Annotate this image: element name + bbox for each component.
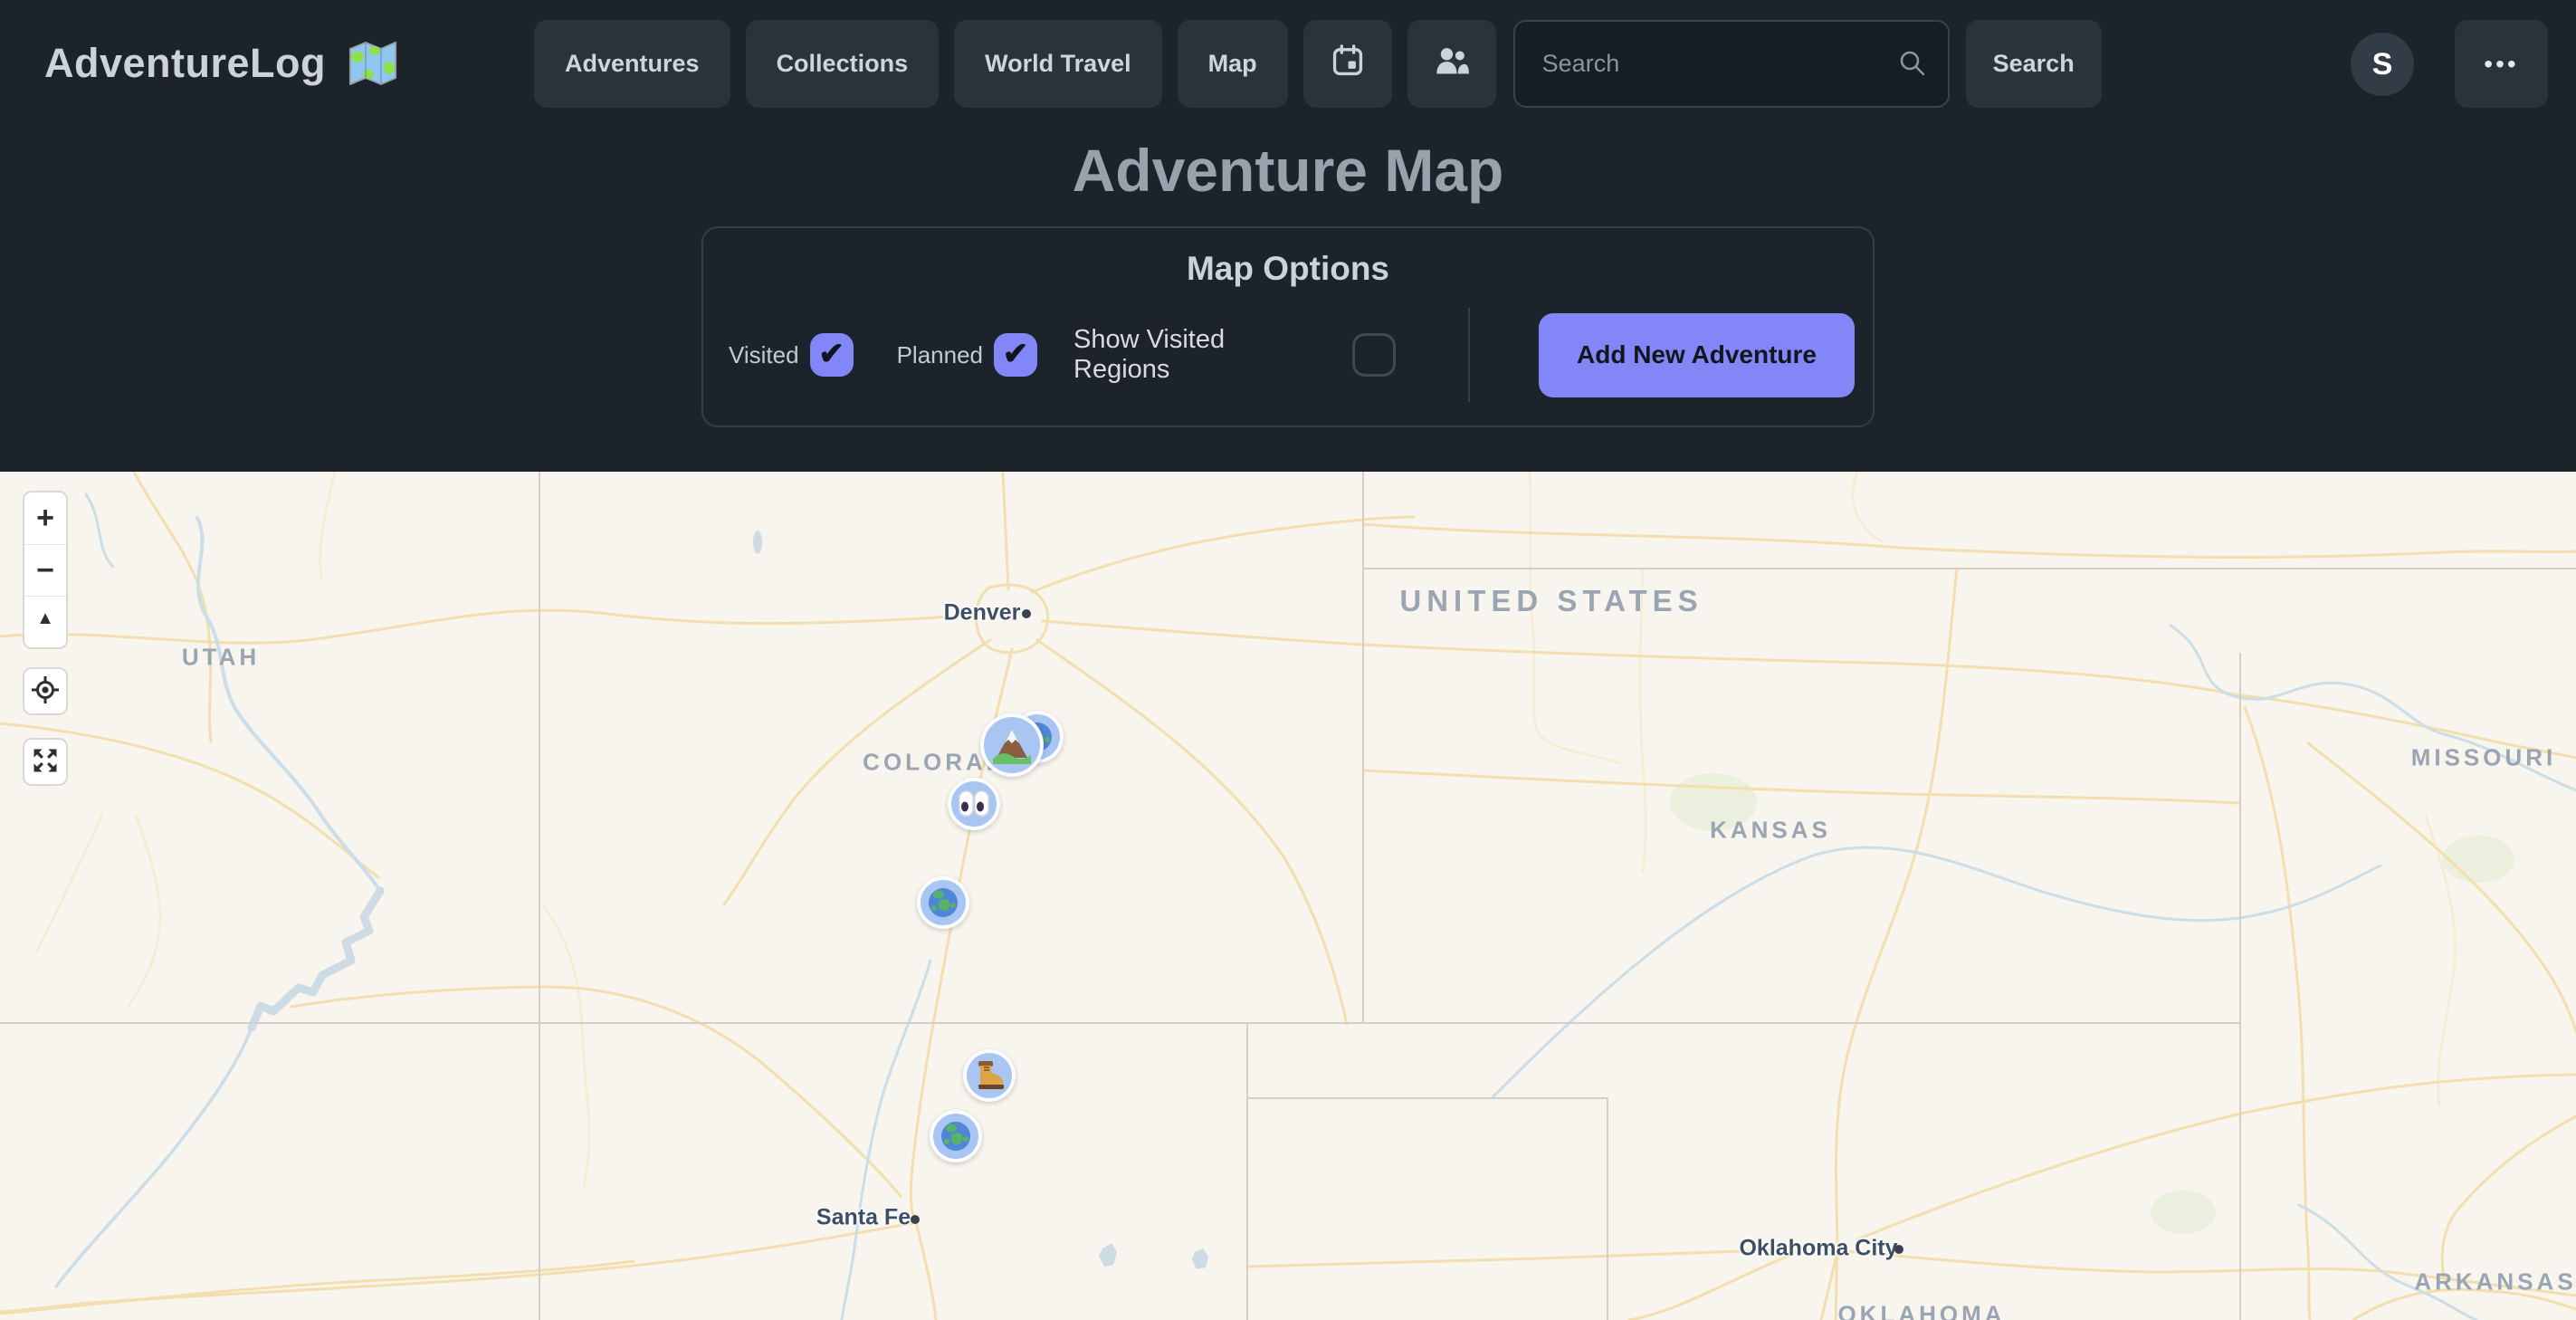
country-label-united-states: UNITED STATES: [1399, 584, 1703, 618]
search-icon: [1897, 48, 1928, 83]
world-map-emoji-icon: [348, 40, 398, 87]
map-options-row: Visited ✔ Planned ✔ Show Visited Regions…: [729, 308, 1855, 402]
divider: [1468, 308, 1470, 402]
mountain-marker[interactable]: [980, 713, 1044, 777]
state-label-oklahoma: OKLAHOMA: [1837, 1301, 2005, 1320]
navbar: AdventureLog Adventures Collections Worl…: [0, 0, 2576, 127]
state-label-arkansas: ARKANSAS: [2414, 1268, 2576, 1296]
state-label-kansas: KANSAS: [1710, 817, 1831, 845]
more-button[interactable]: •••: [2455, 20, 2548, 108]
mountain-icon: [992, 725, 1032, 765]
state-label-missouri: MISSOURI: [2411, 744, 2557, 772]
globe-icon: [940, 1121, 971, 1152]
logo[interactable]: AdventureLog: [44, 40, 398, 87]
city-dot-denver: [1022, 609, 1031, 618]
eyes-icon: [958, 789, 990, 819]
header: AdventureLog Adventures Collections Worl…: [0, 0, 2576, 472]
globe-marker[interactable]: [930, 1110, 982, 1162]
globe-marker[interactable]: [917, 876, 969, 929]
geolocate-icon: [31, 675, 60, 707]
check-icon: ✔: [818, 339, 844, 369]
map-base-layer: [0, 472, 2576, 1320]
users-icon: [1434, 43, 1470, 85]
nav-collections[interactable]: Collections: [746, 20, 940, 108]
calendar-icon: [1330, 43, 1366, 85]
fullscreen-icon: [30, 745, 61, 779]
map-options-card: Map Options Visited ✔ Planned ✔ Show Vis…: [701, 226, 1875, 427]
pitch-up-icon: ▲: [36, 608, 54, 628]
adventurelog-app: AdventureLog Adventures Collections Worl…: [0, 0, 2576, 1320]
fullscreen-button[interactable]: [23, 738, 68, 786]
compass-button[interactable]: ▲ ▼: [24, 596, 66, 647]
show-visited-regions-checkbox[interactable]: [1352, 333, 1396, 377]
planned-label: Planned: [897, 341, 983, 369]
map-zoom-controls: + − ▲ ▼: [23, 491, 68, 649]
visited-label: Visited: [729, 341, 799, 369]
search-button[interactable]: Search: [1966, 20, 2102, 108]
visited-checkbox[interactable]: ✔: [810, 333, 854, 377]
eyes-marker[interactable]: [948, 778, 1000, 830]
page-title: Adventure Map: [0, 136, 2576, 205]
search-input[interactable]: [1513, 20, 1950, 108]
calendar-button[interactable]: [1303, 20, 1392, 108]
globe-icon: [928, 887, 959, 918]
ellipsis-icon: •••: [2484, 50, 2518, 78]
boot-icon: [972, 1058, 1007, 1093]
city-label-denver: Denver: [944, 600, 1021, 627]
nav-buttons: Adventures Collections World Travel Map: [534, 20, 1496, 108]
avatar[interactable]: S: [2351, 33, 2414, 96]
zoom-in-button[interactable]: +: [24, 493, 66, 544]
planned-checkbox[interactable]: ✔: [994, 333, 1037, 377]
city-dot-santa-fe: [911, 1215, 920, 1224]
geolocate-button[interactable]: [23, 667, 68, 715]
show-visited-regions-label: Show Visited Regions: [1073, 325, 1325, 385]
nav-world-travel[interactable]: World Travel: [954, 20, 1162, 108]
city-label-oklahoma-city: Oklahoma City: [1739, 1236, 1897, 1262]
add-new-adventure-button[interactable]: Add New Adventure: [1539, 313, 1855, 397]
state-label-utah: UTAH: [182, 644, 260, 672]
city-dot-oklahoma-city: [1894, 1245, 1903, 1254]
city-label-santa-fe: Santa Fe: [816, 1205, 911, 1231]
users-button[interactable]: [1407, 20, 1496, 108]
nav-adventures[interactable]: Adventures: [534, 20, 730, 108]
logo-text: AdventureLog: [44, 40, 326, 87]
zoom-out-button[interactable]: −: [24, 544, 66, 596]
boot-marker[interactable]: [963, 1049, 1016, 1102]
map-canvas[interactable]: UNITED STATESUTAHCOLORADOKANSASMISSOURIO…: [0, 472, 2576, 1320]
check-icon: ✔: [1003, 339, 1029, 369]
search-box: [1513, 20, 1950, 108]
map-options-title: Map Options: [703, 250, 1873, 288]
nav-map[interactable]: Map: [1178, 20, 1288, 108]
pitch-down-icon: ▼: [36, 644, 54, 649]
